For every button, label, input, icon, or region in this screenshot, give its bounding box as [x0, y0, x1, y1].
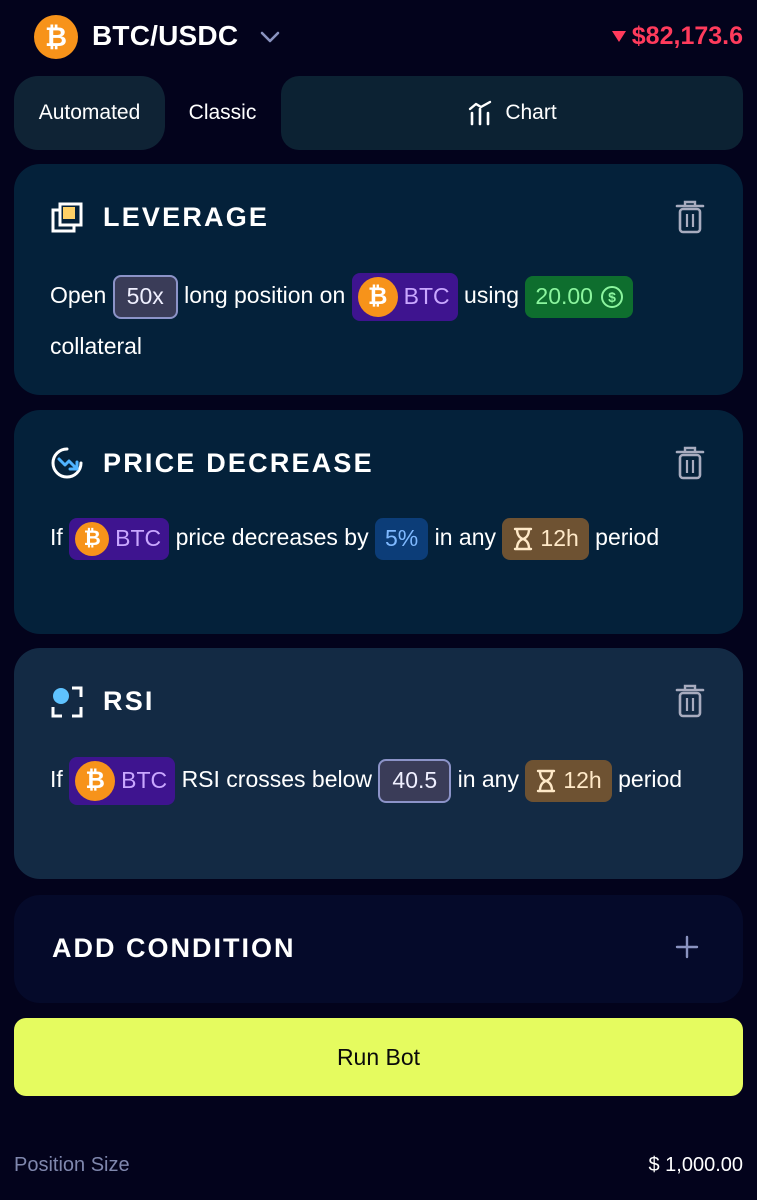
bitcoin-icon[interactable]: ₿ [34, 15, 78, 59]
rsi-card: RSI If ₿ BTC RSI crosses below 40.5 in an… [14, 648, 743, 879]
leverage-title: LEVERAGE [103, 202, 270, 232]
in-any-text: in any [457, 766, 519, 792]
collateral-text: collateral [50, 332, 143, 359]
period-value: 12h [563, 767, 602, 794]
price-decrease-icon [51, 447, 83, 479]
tab-automated[interactable]: Automated [14, 76, 165, 150]
plus-icon [675, 935, 699, 959]
price-display: $82,173.6 [611, 22, 743, 51]
add-condition-button[interactable]: ADD CONDITION [14, 895, 743, 1003]
price-value: $82,173.6 [631, 22, 743, 50]
coin-label: BTC [121, 767, 168, 794]
tab-classic-label: Classic [188, 101, 257, 124]
rsi-crosses-text: RSI crosses below [181, 766, 373, 792]
collateral-value: 20.00 [535, 283, 593, 310]
using-text: using [464, 282, 520, 308]
hourglass-icon [537, 769, 556, 793]
chart-label: Chart [505, 101, 557, 124]
trash-icon[interactable] [675, 684, 705, 718]
rsi-icon [51, 686, 83, 718]
dollar-icon: $ [600, 285, 623, 308]
run-bot-button[interactable]: Run Bot [14, 1018, 743, 1096]
price-decrease-title: PRICE DECREASE [103, 448, 374, 478]
period-text: period [618, 766, 683, 792]
leverage-card: LEVERAGE Open 50x long position on ₿ BTC … [14, 164, 743, 395]
bitcoin-icon: ₿ [75, 760, 116, 801]
in-any-text: in any [434, 524, 497, 550]
trash-icon[interactable] [675, 446, 705, 480]
leverage-value-input[interactable]: 50x [112, 274, 178, 319]
if-text: If [50, 766, 63, 792]
percent-input[interactable]: 5% [375, 517, 429, 560]
chart-icon [469, 100, 492, 126]
open-text: Open [50, 282, 107, 308]
trash-icon[interactable] [675, 200, 705, 234]
period-selector[interactable]: 12h [502, 517, 589, 560]
if-text: If [50, 524, 63, 550]
position-size-label: Position Size [14, 1154, 130, 1176]
header: ₿ BTC/USDC $82,173.6 [0, 0, 757, 76]
period-selector[interactable]: 12h [525, 759, 612, 802]
period-value: 12h [540, 525, 579, 552]
hourglass-icon [514, 527, 533, 551]
tab-classic[interactable]: Classic [165, 76, 280, 150]
bitcoin-icon: ₿ [357, 276, 398, 317]
price-decrease-sentence: If ₿ BTC price decreases by 5% in any 12h… [50, 512, 710, 562]
position-size-value: $ 1,000.00 [648, 1154, 743, 1176]
rsi-sentence: If ₿ BTC RSI crosses below 40.5 in any 12… [50, 754, 710, 805]
coin-selector[interactable]: ₿ BTC [351, 272, 458, 321]
run-bot-label: Run Bot [336, 1043, 421, 1070]
rsi-threshold-input[interactable]: 40.5 [378, 758, 452, 803]
collateral-input[interactable]: 20.00 $ [525, 275, 633, 318]
leverage-icon [51, 202, 83, 233]
price-down-arrow-icon [611, 31, 626, 42]
chevron-down-icon[interactable] [257, 24, 283, 50]
coin-label: BTC [115, 525, 162, 552]
coin-selector[interactable]: ₿ BTC [69, 756, 176, 805]
period-text: period [595, 524, 660, 550]
tab-automated-label: Automated [38, 101, 141, 124]
chart-button[interactable]: Chart [281, 76, 743, 150]
pair-name[interactable]: BTC/USDC [92, 20, 238, 52]
leverage-sentence: Open 50x long position on ₿ BTC using 20.… [50, 270, 710, 371]
coin-selector[interactable]: ₿ BTC [69, 517, 170, 560]
coin-label: BTC [403, 283, 450, 310]
bitcoin-icon: ₿ [75, 521, 110, 556]
long-position-text: long position on [184, 282, 346, 308]
price-decrease-card: PRICE DECREASE If ₿ BTC price decreases b… [14, 410, 743, 634]
mode-tabs: Automated Classic Chart [14, 76, 743, 150]
price-decreases-text: price decreases by [175, 524, 369, 550]
rsi-title: RSI [103, 686, 155, 716]
add-condition-label: ADD CONDITION [52, 933, 296, 963]
